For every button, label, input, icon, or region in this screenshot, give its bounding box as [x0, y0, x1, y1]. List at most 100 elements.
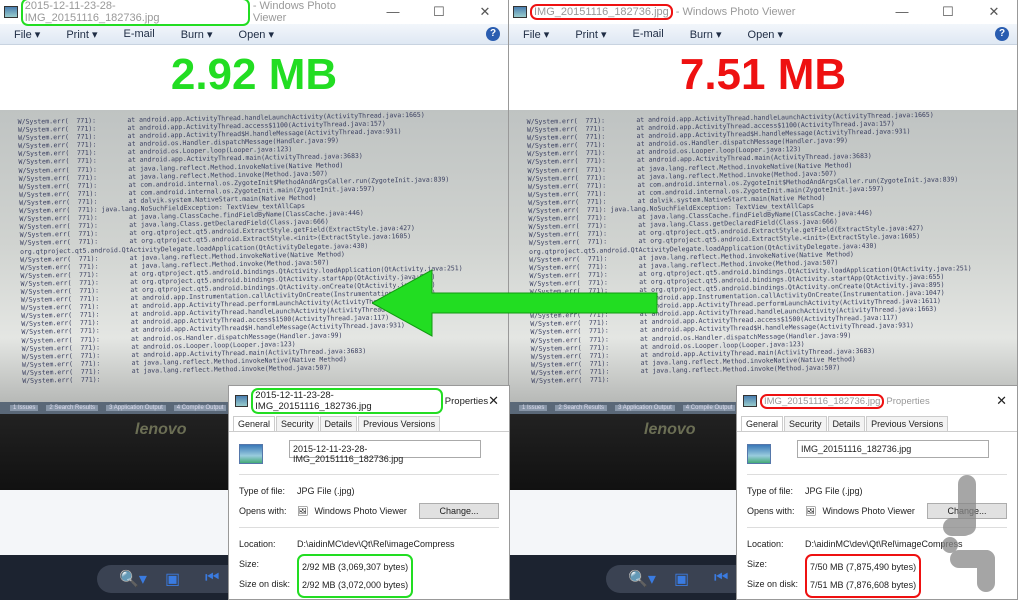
help-icon[interactable]: ?: [486, 27, 500, 41]
menu-bar: File ▾ Print ▾ E-mail Burn ▾ Open ▾ ?: [509, 24, 1017, 45]
brand-text: lenovo: [644, 421, 696, 438]
brand-text: lenovo: [135, 421, 187, 438]
window-app-title: - Windows Photo Viewer: [252, 0, 336, 24]
filename-input[interactable]: 2015-12-11-23-28-IMG_20151116_182736.jpg: [289, 440, 481, 464]
size-label: Size:: [747, 559, 768, 569]
dialog-tabs: General Security Details Previous Versions: [737, 416, 1017, 432]
output-tab: 1 Issues: [519, 405, 548, 411]
filename-input[interactable]: IMG_20151116_182736.jpg: [797, 440, 989, 458]
zoom-icon[interactable]: 🔍▾: [628, 569, 656, 589]
image-file-icon: [747, 444, 771, 464]
window-file-title: 2015-12-11-23-28-IMG_20151116_182736.jpg: [20, 0, 250, 26]
tab-details[interactable]: Details: [319, 416, 358, 431]
change-button[interactable]: Change...: [419, 503, 499, 519]
file-icon: [235, 395, 249, 407]
type-value: JPG File (.jpg): [805, 486, 863, 496]
size-highlight: 7/50 MB (7,875,490 bytes) 7/51 MB (7,876…: [805, 554, 922, 598]
menu-print[interactable]: Print ▾: [66, 28, 97, 41]
app-icon: 🖼: [297, 505, 309, 516]
opens-label: Opens with:: [239, 506, 287, 516]
disk-value: 2/92 MB (3,072,000 bytes): [302, 580, 409, 590]
location-value: D:\aidinMC\dev\Qt\Rel\imageCompress: [297, 539, 455, 549]
comparison-arrow: [372, 269, 658, 337]
arrow-shape: [372, 269, 658, 337]
properties-dialog-left: 2015-12-11-23-28-IMG_20151116_182736.jpg…: [228, 385, 510, 600]
output-tab: 4 Compile Output: [682, 405, 736, 411]
close-button[interactable]: ✕: [462, 4, 508, 20]
menu-open[interactable]: Open ▾: [748, 28, 784, 41]
output-tab: 2 Search Results: [46, 405, 99, 411]
menu-email[interactable]: E-mail: [633, 28, 664, 40]
type-value: JPG File (.jpg): [297, 486, 355, 496]
photo-viewer-app-icon: [4, 6, 18, 18]
log-text: W/System.err( 771): at android.app.Activ…: [18, 110, 465, 385]
dialog-title-file: 2015-12-11-23-28-IMG_20151116_182736.jpg: [251, 388, 443, 414]
title-bar: 2015-12-11-23-28-IMG_20151116_182736.jpg…: [0, 0, 508, 26]
file-size-label: 7.51 MB: [679, 50, 847, 99]
menu-file[interactable]: File ▾: [523, 28, 549, 41]
minimize-button[interactable]: —: [370, 4, 416, 20]
menu-file[interactable]: File ▾: [14, 28, 40, 41]
dialog-title-bar: IMG_20151116_182736.jpg Properties ✕: [737, 386, 1017, 416]
window-file-title: IMG_20151116_182736.jpg: [530, 4, 673, 20]
menu-email[interactable]: E-mail: [124, 28, 155, 40]
type-label: Type of file:: [239, 486, 286, 496]
tab-security[interactable]: Security: [784, 416, 827, 431]
file-size-label: 2.92 MB: [170, 50, 338, 99]
zoom-icon[interactable]: 🔍▾: [119, 569, 147, 589]
tab-previous-versions[interactable]: Previous Versions: [358, 416, 441, 431]
menu-print[interactable]: Print ▾: [575, 28, 606, 41]
dialog-close-icon[interactable]: ✕: [996, 393, 1007, 409]
dialog-close-icon[interactable]: ✕: [488, 393, 499, 409]
menu-open[interactable]: Open ▾: [239, 28, 275, 41]
photo-viewer-app-icon: [513, 6, 527, 18]
output-tab: 3 Application Output: [615, 405, 675, 411]
tab-general[interactable]: General: [741, 416, 784, 431]
divider: [239, 527, 499, 528]
minimize-button[interactable]: —: [879, 4, 925, 20]
output-tab: 4 Compile Output: [173, 405, 227, 411]
menu-burn[interactable]: Burn ▾: [690, 28, 722, 41]
help-icon[interactable]: ?: [995, 27, 1009, 41]
size-value: 2/92 MB (3,069,307 bytes): [302, 562, 409, 572]
log-text: W/System.err( 771): at android.app.Activ…: [527, 110, 974, 385]
opens-value: Windows Photo Viewer: [822, 506, 915, 516]
maximize-button[interactable]: ☐: [925, 4, 971, 20]
disk-value: 7/51 MB (7,876,608 bytes): [810, 580, 917, 590]
divider: [239, 474, 499, 475]
size-highlight: 2/92 MB (3,069,307 bytes) 2/92 MB (3,072…: [297, 554, 414, 598]
tab-security[interactable]: Security: [276, 416, 319, 431]
window-app-title: - Windows Photo Viewer: [675, 6, 796, 18]
size-value: 7/50 MB (7,875,490 bytes): [810, 562, 917, 572]
previous-icon[interactable]: ⏮: [714, 569, 728, 587]
actual-size-icon[interactable]: ▣: [674, 569, 689, 589]
tab-general[interactable]: General: [233, 416, 276, 431]
bazaar-watermark-logo: [942, 475, 995, 592]
menu-bar: File ▾ Print ▾ E-mail Burn ▾ Open ▾ ?: [0, 24, 508, 45]
location-label: Location:: [239, 539, 276, 549]
previous-icon[interactable]: ⏮: [205, 569, 219, 587]
dialog-title-suffix: Properties: [444, 395, 489, 407]
type-label: Type of file:: [747, 486, 794, 496]
actual-size-icon[interactable]: ▣: [165, 569, 180, 589]
dialog-tabs: General Security Details Previous Versions: [229, 416, 509, 432]
maximize-button[interactable]: ☐: [416, 4, 462, 20]
app-icon: 🖼: [805, 505, 817, 516]
close-button[interactable]: ✕: [971, 4, 1017, 20]
location-label: Location:: [747, 539, 784, 549]
size-label: Size:: [239, 559, 260, 569]
opens-label: Opens with:: [747, 506, 795, 516]
disk-label: Size on disk:: [239, 579, 291, 589]
tab-details[interactable]: Details: [827, 416, 866, 431]
output-tab: 2 Search Results: [555, 405, 608, 411]
dialog-title-file: IMG_20151116_182736.jpg: [760, 393, 885, 409]
opens-value: Windows Photo Viewer: [314, 506, 407, 516]
dialog-title-bar: 2015-12-11-23-28-IMG_20151116_182736.jpg…: [229, 386, 509, 416]
image-file-icon: [239, 444, 263, 464]
tab-previous-versions[interactable]: Previous Versions: [866, 416, 949, 431]
title-bar: IMG_20151116_182736.jpg - Windows Photo …: [509, 0, 1017, 24]
file-icon: [743, 395, 757, 407]
menu-burn[interactable]: Burn ▾: [181, 28, 213, 41]
output-tab: 3 Application Output: [106, 405, 166, 411]
output-tab: 1 Issues: [10, 405, 39, 411]
